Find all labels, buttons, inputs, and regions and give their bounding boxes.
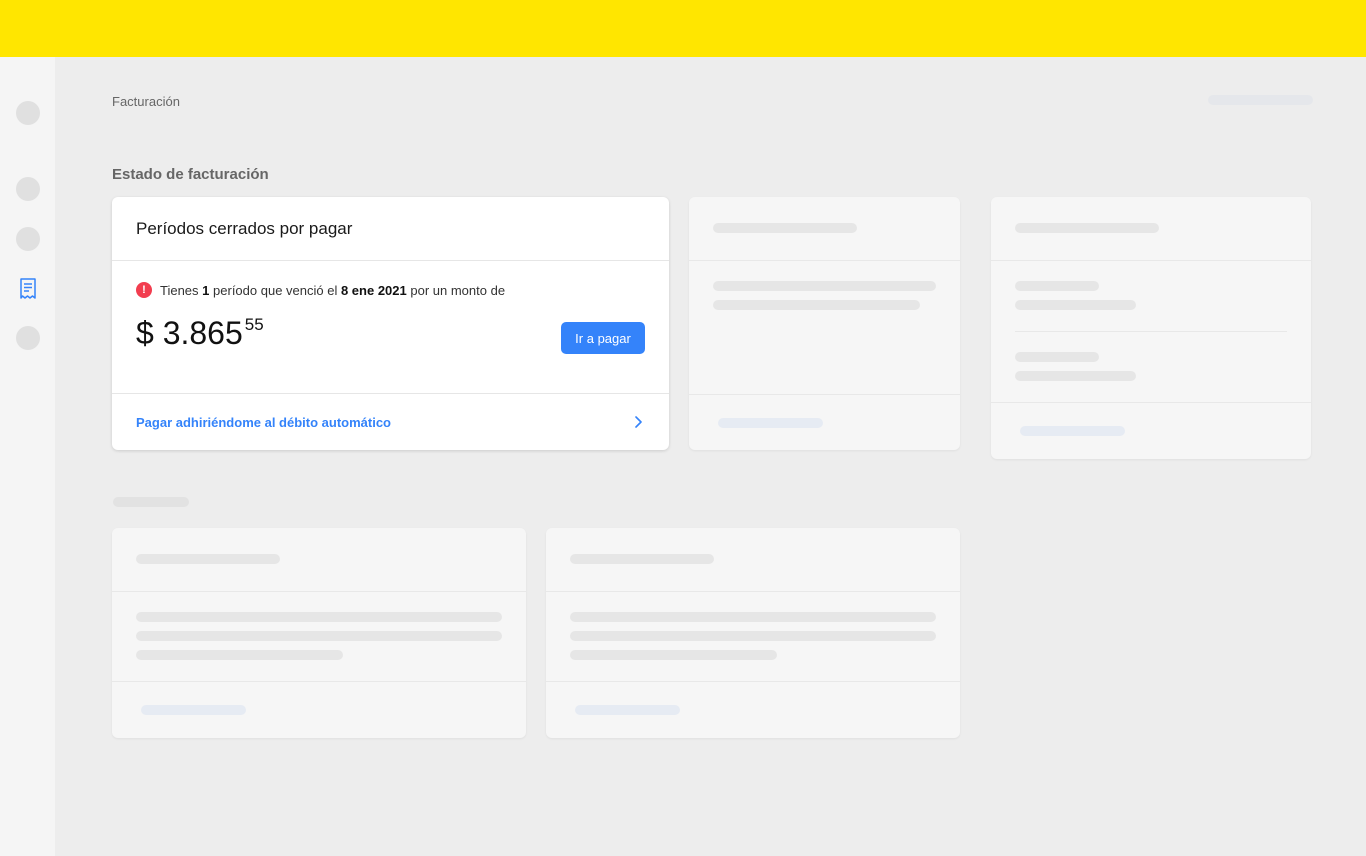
section-title: Estado de facturación	[112, 166, 269, 183]
alert-icon: !	[136, 282, 152, 298]
auto-debit-label: Pagar adhiriéndome al débito automático	[136, 414, 391, 430]
skeleton-card	[991, 197, 1311, 459]
closed-periods-card: Períodos cerrados por pagar ! Tienes 1 p…	[112, 197, 669, 450]
sidebar-avatar-placeholder[interactable]	[16, 101, 40, 125]
receipt-icon	[20, 278, 36, 299]
pay-button[interactable]: Ir a pagar	[561, 322, 645, 354]
alert-suffix: por un monto de	[410, 282, 506, 298]
breadcrumb[interactable]: Facturación	[112, 94, 180, 109]
overdue-alert: ! Tienes 1 período que venció el 8 ene 2…	[136, 282, 505, 298]
section-title-skeleton	[113, 497, 189, 507]
sidebar-item-billing[interactable]	[17, 277, 39, 301]
sidebar	[0, 57, 55, 856]
header-skeleton	[1208, 95, 1313, 105]
alert-prefix: Tienes	[160, 282, 199, 298]
sidebar-item-placeholder[interactable]	[16, 227, 40, 251]
amount-cents: 55	[244, 315, 264, 334]
amount-currency: $	[136, 315, 154, 351]
chevron-right-icon	[635, 416, 642, 428]
alert-middle: período que venció el	[213, 282, 338, 298]
skeleton-card	[112, 528, 526, 738]
card-body: ! Tienes 1 período que venció el 8 ene 2…	[112, 261, 669, 394]
auto-debit-link[interactable]: Pagar adhiriéndome al débito automático	[112, 394, 669, 450]
skeleton-card	[689, 197, 960, 450]
sidebar-item-placeholder[interactable]	[16, 177, 40, 201]
main-content: Facturación Estado de facturación Períod…	[55, 57, 1366, 856]
card-title: Períodos cerrados por pagar	[112, 197, 669, 261]
alert-count: 1	[202, 282, 210, 298]
alert-date: 8 ene 2021	[340, 282, 407, 298]
amount-due: $ 3.865 55	[136, 315, 264, 352]
top-navbar	[0, 0, 1366, 57]
sidebar-item-placeholder[interactable]	[16, 326, 40, 350]
skeleton-card	[546, 528, 960, 738]
amount-integer: 3.865	[162, 315, 243, 351]
